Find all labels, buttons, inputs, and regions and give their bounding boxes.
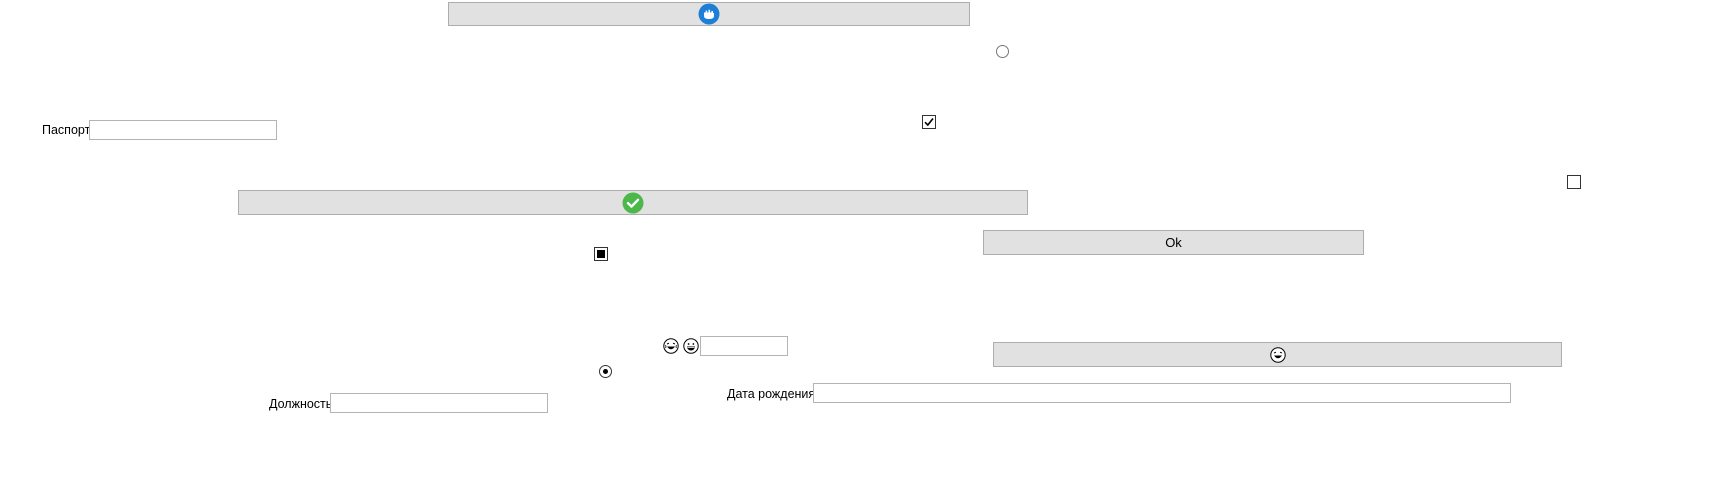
laughing-face-icon <box>663 338 679 354</box>
checkbox-unchecked[interactable] <box>1567 175 1581 189</box>
passport-field[interactable] <box>89 120 277 140</box>
radio-button-2[interactable] <box>599 365 612 378</box>
top-icon-button[interactable] <box>448 2 970 26</box>
blue-circle-icon <box>698 3 720 25</box>
position-field[interactable] <box>330 393 548 413</box>
indeterminate-square-icon <box>597 250 605 258</box>
radio-button-1[interactable] <box>996 45 1009 58</box>
ok-button[interactable]: Ok <box>983 230 1364 255</box>
grinning-face-icon <box>683 338 699 354</box>
birth-date-field[interactable] <box>813 383 1511 403</box>
position-label: Должность <box>269 397 333 411</box>
ok-button-label: Ok <box>1165 235 1182 250</box>
checkbox-checked[interactable] <box>922 115 936 129</box>
confirm-icon-button[interactable] <box>238 190 1028 215</box>
green-check-icon <box>622 192 644 214</box>
passport-label: Паспорт <box>42 123 91 137</box>
emoji-field[interactable] <box>700 336 788 356</box>
laughing-face-icon <box>1269 346 1286 363</box>
checkmark-icon <box>924 117 934 127</box>
birth-date-label: Дата рождения <box>727 387 816 401</box>
radio-dot <box>603 369 608 374</box>
checkbox-indeterminate[interactable] <box>594 247 608 261</box>
emoji-button[interactable] <box>993 342 1562 367</box>
